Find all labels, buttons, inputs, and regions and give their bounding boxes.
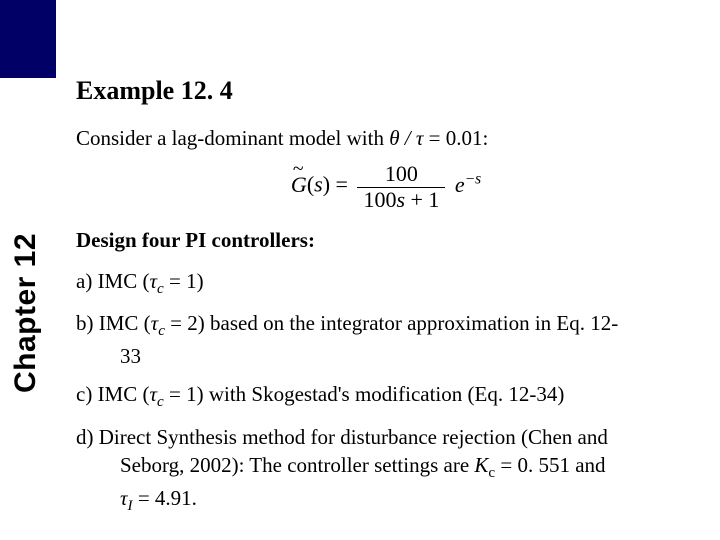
tf-denominator: 100s + 1 <box>357 188 445 212</box>
item-a-tauc-sub: c <box>157 281 164 297</box>
g-tilde: G <box>291 172 307 198</box>
kc-sym: K <box>474 453 488 477</box>
example-title: Example 12. 4 <box>76 76 696 106</box>
item-a: a) IMC (τc = 1) <box>76 267 696 300</box>
item-d-line1: d) Direct Synthesis method for disturban… <box>76 425 608 449</box>
tauI-sym: τ <box>120 486 128 510</box>
chapter-label: Chapter 12 <box>9 153 43 473</box>
item-b-cont: 33 <box>98 342 696 370</box>
item-d-line2: Seborg, 2002): The controller settings a… <box>120 453 474 477</box>
item-a-tauc: τ <box>150 269 158 293</box>
exp-power: −s <box>465 171 481 188</box>
exp-term: e−s <box>455 172 481 197</box>
item-d: d) Direct Synthesis method for disturban… <box>76 423 696 517</box>
item-c: c) IMC (τc = 1) with Skogestad's modific… <box>76 380 696 413</box>
item-a-tauc-val: = 1 <box>164 269 197 293</box>
item-c-tauc: τ <box>150 382 158 406</box>
item-b-tauc-sub: c <box>158 324 165 340</box>
exp-e: e <box>455 172 465 197</box>
den-left: 100 <box>363 187 396 212</box>
chapter-sidebar: Chapter 12 <box>0 0 56 540</box>
item-c-tauc-sub: c <box>157 394 164 410</box>
den-right: + 1 <box>405 187 439 212</box>
kc-val: = 0. 551 and <box>495 453 605 477</box>
item-b-tauc-val: = 2 <box>165 311 198 335</box>
ratio-rhs: 0.01: <box>446 126 489 150</box>
ratio-eq: = <box>429 126 441 150</box>
item-b-tail: based on the integrator approximation in… <box>210 311 618 335</box>
g-sym: G <box>291 172 307 197</box>
item-c-label: c) IMC <box>76 382 137 406</box>
tauI-val: = 4.91. <box>133 486 197 510</box>
item-b-label: b) IMC <box>76 311 138 335</box>
design-heading: Design four PI controllers: <box>76 228 696 253</box>
item-b: b) IMC (τc = 2) based on the integrator … <box>76 309 696 370</box>
ratio-lhs: θ / τ <box>389 126 423 150</box>
intro-text: Consider a lag-dominant model with <box>76 126 384 150</box>
tf-numerator: 100 <box>357 162 445 187</box>
item-c-tail: with Skogestad's modification (Eq. 12-34… <box>209 382 564 406</box>
intro-paragraph: Consider a lag-dominant model with θ / τ… <box>76 124 696 152</box>
chapter-navy-block <box>0 0 56 78</box>
transfer-function-equation: G(s) = 100 100s + 1 e−s <box>76 162 696 211</box>
item-a-label: a) IMC <box>76 269 137 293</box>
theta-tau-ratio: θ / τ <box>389 126 428 150</box>
s-arg: s <box>314 172 323 197</box>
den-var: s <box>396 187 405 212</box>
transfer-fraction: 100 100s + 1 <box>357 162 445 211</box>
slide-content: Example 12. 4 Consider a lag-dominant mo… <box>76 76 696 526</box>
item-c-tauc-val: = 1 <box>164 382 197 406</box>
